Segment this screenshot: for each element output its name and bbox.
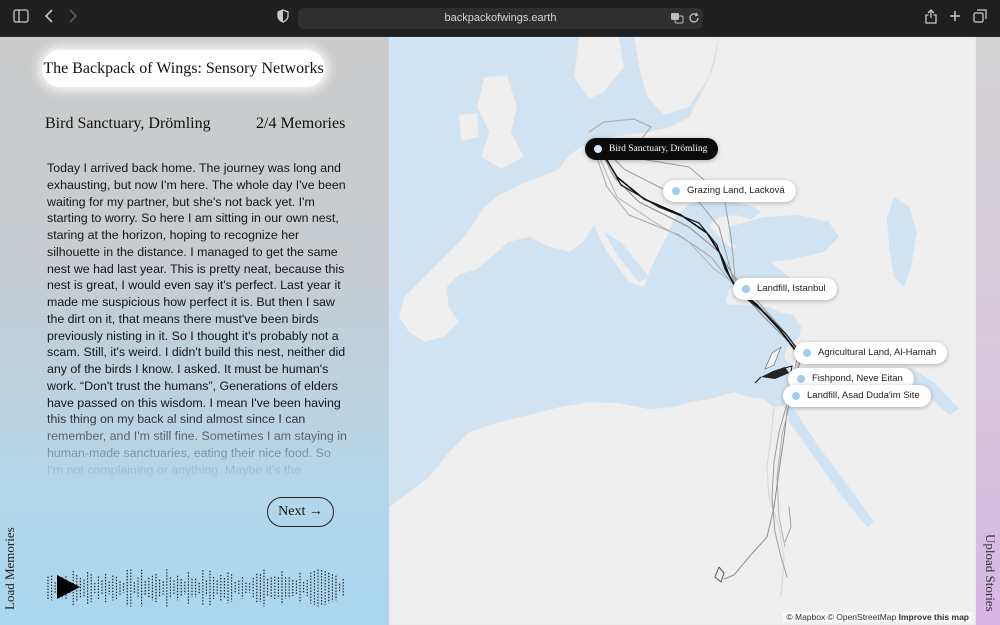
story-panel: The Backpack of Wings: Sensory Networks … xyxy=(0,37,389,625)
location-name: Bird Sanctuary, Drömling xyxy=(45,115,211,132)
site-title[interactable]: The Backpack of Wings: Sensory Networks xyxy=(42,50,325,87)
forward-icon[interactable] xyxy=(64,9,82,27)
attribution-text[interactable]: © Mapbox © OpenStreetMap xyxy=(786,612,896,622)
migration-map[interactable]: Bird Sanctuary, Drömling Grazing Land, L… xyxy=(389,37,976,625)
marker-dot xyxy=(594,145,602,153)
marker-label: Agricultural Land, Al-Hamah xyxy=(818,347,937,358)
sidebar-toggle-icon[interactable] xyxy=(12,9,30,27)
new-tab-icon[interactable] xyxy=(946,9,964,27)
map-attribution: © Mapbox © OpenStreetMap Improve this ma… xyxy=(783,612,972,622)
marker-dot xyxy=(803,349,811,357)
memory-counter: 2/4 Memories xyxy=(256,115,346,132)
audio-player[interactable] xyxy=(46,566,346,610)
next-button[interactable]: Next → xyxy=(267,497,334,527)
back-icon[interactable] xyxy=(40,9,58,27)
privacy-shield-icon[interactable] xyxy=(274,9,292,27)
marker-grazing-land[interactable]: Grazing Land, Lacková xyxy=(663,180,796,202)
translate-icon[interactable] xyxy=(670,11,684,32)
marker-label: Grazing Land, Lacková xyxy=(687,185,785,196)
share-icon[interactable] xyxy=(922,9,940,27)
marker-label: Bird Sanctuary, Drömling xyxy=(609,144,708,154)
audio-waveform[interactable] xyxy=(46,566,346,610)
reload-icon[interactable] xyxy=(688,11,700,32)
marker-dot xyxy=(797,375,805,383)
marker-agricultural-land[interactable]: Agricultural Land, Al-Hamah xyxy=(794,342,948,364)
upload-stories-button[interactable]: Upload Stories xyxy=(982,534,998,612)
tab-overview-icon[interactable] xyxy=(971,9,989,27)
address-bar[interactable]: backpackofwings.earth xyxy=(298,8,703,29)
marker-label: Landfill, Istanbul xyxy=(757,283,826,294)
url-text: backpackofwings.earth xyxy=(444,12,557,24)
marker-dot xyxy=(792,392,800,400)
base-map xyxy=(389,37,976,625)
marker-landfill-istanbul[interactable]: Landfill, Istanbul xyxy=(733,278,837,300)
browser-toolbar: backpackofwings.earth xyxy=(0,0,1000,37)
marker-landfill-asad[interactable]: Landfill, Asad Duda'im Site xyxy=(783,385,931,407)
upload-panel: Upload Stories xyxy=(976,37,1000,625)
marker-dot xyxy=(672,187,680,195)
marker-label: Landfill, Asad Duda'im Site xyxy=(807,390,920,401)
memory-text: Today I arrived back home. The journey w… xyxy=(47,161,347,477)
load-memories-button[interactable]: Load Memories xyxy=(2,527,18,610)
marker-dot xyxy=(742,285,750,293)
marker-label: Fishpond, Neve Eitan xyxy=(812,373,903,384)
improve-map-link[interactable]: Improve this map xyxy=(899,612,969,622)
marker-bird-sanctuary[interactable]: Bird Sanctuary, Drömling xyxy=(585,138,719,160)
